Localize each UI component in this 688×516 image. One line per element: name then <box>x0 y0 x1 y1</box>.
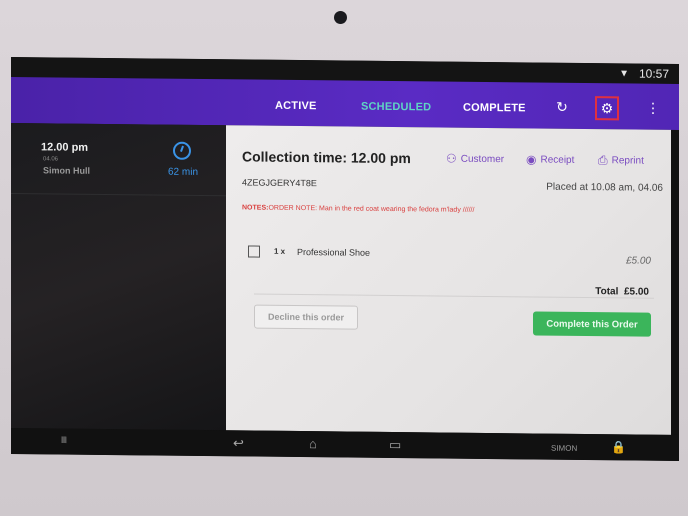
wifi-icon: ▼ <box>619 68 629 80</box>
line-item: 1 x Professional Shoe £5.00 <box>226 245 671 280</box>
total-value: £5.00 <box>623 286 649 298</box>
order-date: 04.06 <box>43 156 59 163</box>
divider <box>254 293 654 299</box>
printer-icon: ⎙ <box>598 153 608 168</box>
app-bar: ACTIVE SCHEDULED COMPLETE ↻ ⚙ ⋮ <box>11 77 679 130</box>
item-quantity: 1 x <box>274 246 286 256</box>
order-time: 12.00 pm <box>41 141 89 154</box>
reprint-label: Reprint <box>611 155 644 167</box>
total-label: Total <box>595 286 619 298</box>
receipt-label: Receipt <box>540 154 575 166</box>
gear-icon[interactable]: ⚙ <box>595 96 619 121</box>
order-detail-panel: Collection time: 12.00 pm ⚇ Customer ◉ R… <box>226 125 671 435</box>
item-checkbox[interactable] <box>248 245 260 258</box>
placed-at: Placed at 10.08 am, 04.06 <box>546 181 663 194</box>
item-name: Professional Shoe <box>297 246 371 258</box>
tab-scheduled[interactable]: SCHEDULED <box>361 101 431 114</box>
eye-icon: ◉ <box>526 152 537 167</box>
timer-icon <box>173 141 191 160</box>
decline-order-button[interactable]: Decline this order <box>254 304 358 330</box>
recent-apps-icon[interactable]: ▭ <box>389 437 401 453</box>
status-time: 10:57 <box>638 66 669 81</box>
notes-text: ORDER NOTE: Man in the red coat wearing … <box>268 204 475 214</box>
more-vert-icon[interactable]: ⋮ <box>643 98 663 118</box>
refresh-icon[interactable]: ↻ <box>552 97 572 117</box>
tab-active[interactable]: ACTIVE <box>275 100 317 112</box>
complete-order-button[interactable]: Complete this Order <box>533 311 651 337</box>
order-countdown: 62 min <box>168 166 199 178</box>
order-reference: 4ZEGJGERY4T8E <box>242 177 317 189</box>
person-icon: ⚇ <box>446 151 457 166</box>
device-bezel: ▼ 10:57 ACTIVE SCHEDULED COMPLETE ↻ ⚙ ⋮ … <box>0 0 688 516</box>
receipt-button[interactable]: ◉ Receipt <box>526 152 574 167</box>
item-price: £5.00 <box>625 255 651 267</box>
barcode-icon: |||||| <box>61 436 66 444</box>
customer-button[interactable]: ⚇ Customer <box>446 152 504 167</box>
tab-complete[interactable]: COMPLETE <box>463 102 526 115</box>
customer-label: Customer <box>460 153 505 165</box>
device-screen: ▼ 10:57 ACTIVE SCHEDULED COMPLETE ↻ ⚙ ⋮ … <box>11 57 679 461</box>
order-list-item[interactable]: 12.00 pm 04.06 Simon Hull 62 min <box>11 123 226 197</box>
order-customer-name: Simon Hull <box>43 165 90 176</box>
order-total: Total £5.00 <box>595 286 649 298</box>
orders-sidebar: 12.00 pm 04.06 Simon Hull 62 min <box>11 123 226 431</box>
back-icon[interactable]: ↩ <box>233 435 244 451</box>
lock-icon[interactable]: 🔒 <box>611 440 626 454</box>
home-icon[interactable]: ⌂ <box>309 436 317 451</box>
reprint-button[interactable]: ⎙ Reprint <box>598 153 644 168</box>
front-camera <box>334 11 347 24</box>
user-name: SIMON <box>551 443 578 453</box>
collection-time-heading: Collection time: 12.00 pm <box>242 148 411 167</box>
order-notes: NOTES:ORDER NOTE: Man in the red coat we… <box>242 204 474 213</box>
notes-label: NOTES: <box>242 204 269 212</box>
